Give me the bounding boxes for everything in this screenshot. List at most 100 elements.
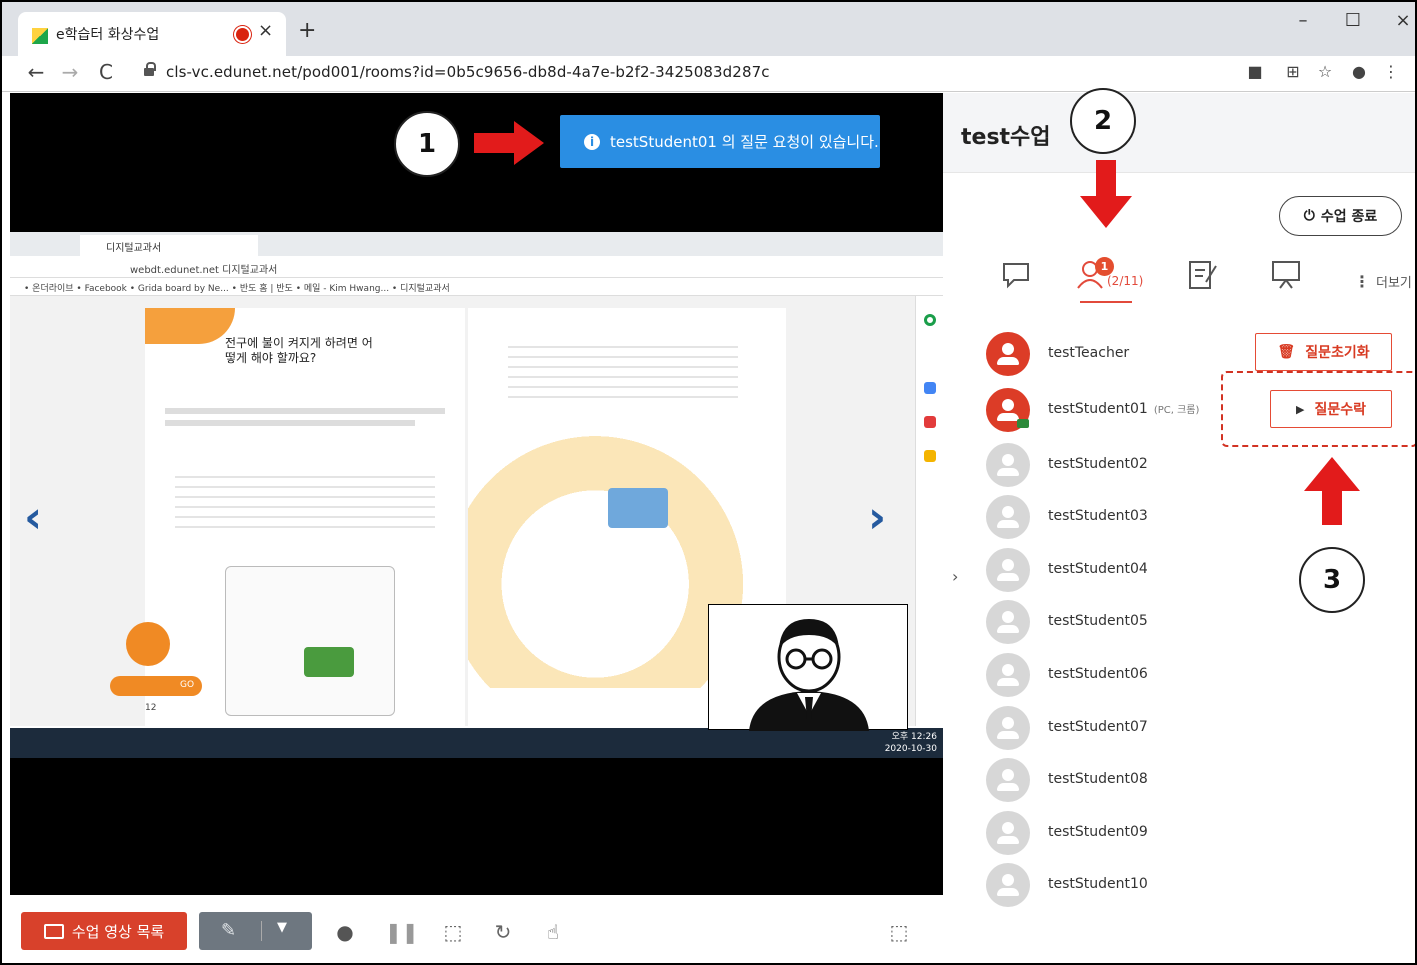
more-menu[interactable]: ⋮ 더보기 [1354, 272, 1412, 291]
tab-notes[interactable] [1186, 258, 1218, 298]
arrow-up-icon [1304, 457, 1360, 525]
video-list-icon [43, 923, 64, 939]
text-line [165, 408, 445, 414]
battery-icon [304, 647, 354, 677]
forward-icon[interactable]: → [58, 60, 82, 84]
reset-question-button[interactable]: 🗑 질문초기화 [1255, 333, 1392, 371]
vertical-dots-icon: ⋮ [1354, 272, 1370, 291]
mic-muted-icon: ✎ [221, 920, 237, 941]
fullscreen-icon[interactable]: ⬚ [886, 920, 912, 944]
toast-text: testStudent01 의 질문 요청이 있습니다. [610, 133, 879, 151]
participant-name: testStudent05 [1048, 613, 1148, 629]
participant-name: testStudent06 [1048, 666, 1148, 682]
switch-illustration [608, 488, 668, 528]
question-request-toast: i testStudent01 의 질문 요청이 있습니다. [560, 115, 880, 168]
avatar [986, 706, 1030, 750]
circuit-illustration [225, 566, 395, 716]
address-bar[interactable]: cls-vc.edunet.net/pod001/rooms?id=0b5c96… [166, 63, 770, 81]
tab-chat[interactable] [1000, 258, 1032, 298]
avatar [986, 332, 1030, 376]
browser-tabbar: e학습터 화상수업 × + – ☐ × [2, 2, 1415, 56]
chat-icon [1003, 263, 1029, 289]
expand-panel-icon[interactable]: › [952, 567, 958, 586]
clock-date: 2020-10-30 [884, 744, 937, 754]
participant-name: testStudent01 (PC, 크롬) [1048, 401, 1199, 417]
page-number: 12 [145, 703, 157, 713]
avatar [986, 653, 1030, 697]
video-list-button[interactable]: 수업 영상 목록 [21, 912, 187, 950]
text-block [508, 338, 738, 398]
maximize-button[interactable]: ☐ [1338, 10, 1368, 31]
class-title: test수업 [961, 125, 1051, 150]
list-item[interactable]: testStudent08 [986, 758, 1396, 802]
lock-icon [144, 62, 156, 79]
bookmark-star-icon[interactable]: ☆ [1314, 62, 1336, 81]
tab-screen-share[interactable] [1270, 258, 1302, 298]
camera-on-icon [1017, 419, 1029, 428]
power-icon: ⏻ [1303, 208, 1315, 224]
prev-page-icon: ‹ [24, 492, 43, 543]
tab-close-icon[interactable]: × [258, 20, 273, 41]
panel-header: test수업 [943, 93, 1415, 173]
reset-question-label: 질문초기화 [1305, 345, 1370, 361]
tab-title: e학습터 화상수업 [56, 27, 160, 43]
profile-icon[interactable]: ● [1348, 62, 1370, 81]
shared-tabbar: 디지털교과서 [10, 232, 943, 256]
menu-dots-icon[interactable]: ⋮ [1380, 62, 1402, 81]
hand-pointer-icon[interactable]: ☝ [540, 920, 566, 944]
translate-icon[interactable]: ⊞ [1282, 62, 1304, 81]
participant-name: testStudent08 [1048, 771, 1148, 787]
participant-count: (2/11) [1107, 274, 1144, 288]
avatar [986, 443, 1030, 487]
capture-area-icon[interactable]: ⬚ [440, 920, 466, 944]
next-page-icon: › [868, 492, 887, 543]
pause-icon[interactable]: ❚❚ [385, 920, 419, 944]
avatar [986, 758, 1030, 802]
tool-icon [924, 382, 936, 394]
active-tab-indicator [1080, 301, 1132, 303]
laser-pointer-icon[interactable]: ↻ [490, 920, 516, 944]
participant-name: testStudent09 [1048, 824, 1148, 840]
chevron-down-icon[interactable]: ▼ [277, 920, 287, 935]
list-item[interactable]: testStudent10 [986, 863, 1396, 907]
info-icon: i [584, 133, 600, 150]
participant-name-text: testStudent01 [1048, 401, 1148, 417]
divider [261, 921, 262, 941]
record-icon[interactable]: ● [332, 920, 358, 944]
avatar [986, 600, 1030, 644]
browser-tab[interactable]: e학습터 화상수업 × [18, 12, 286, 56]
participant-device: (PC, 크롬) [1153, 405, 1200, 416]
browser-toolbar: ← → C cls-vc.edunet.net/pod001/rooms?id=… [2, 56, 1415, 92]
avatar [986, 811, 1030, 855]
shared-url: webdt.edunet.net 디지털교과서 [130, 265, 278, 276]
accept-question-button[interactable]: ▶ 질문수락 [1270, 390, 1392, 428]
end-class-label: 수업 종료 [1320, 209, 1378, 225]
list-item[interactable]: testStudent06 [986, 653, 1396, 697]
clock-time: 오후 12:26 [891, 732, 937, 742]
end-class-button[interactable]: ⏻ 수업 종료 [1279, 196, 1402, 236]
arrow-down-icon [1080, 160, 1132, 228]
back-icon[interactable]: ← [24, 60, 48, 84]
grid-menu-icon [126, 622, 170, 666]
list-item[interactable]: testStudent07 [986, 706, 1396, 750]
shared-sidebar [915, 296, 943, 726]
shared-tab-title: 디지털교과서 [106, 243, 162, 254]
participant-name: testTeacher [1048, 345, 1130, 361]
windows-taskbar: 오후 12:26 2020-10-30 [10, 728, 943, 758]
presentation-icon [1272, 261, 1300, 289]
avatar [986, 495, 1030, 539]
camera-icon[interactable]: ■ [1244, 62, 1266, 81]
mic-button[interactable]: ✎ ▼ [199, 912, 312, 950]
window-close-button[interactable]: × [1388, 10, 1415, 31]
trash-icon: 🗑 [1277, 344, 1296, 360]
page-header-decoration [145, 308, 235, 344]
person-with-glasses-icon [749, 619, 869, 731]
new-tab-button[interactable]: + [298, 20, 316, 42]
reload-icon[interactable]: C [94, 60, 118, 84]
textbook-page-left: 전구에 불이 켜지게 하려면 어떻게 해야 할까요? 12 [145, 308, 465, 726]
participant-name: testStudent02 [1048, 456, 1148, 472]
minimize-button[interactable]: – [1288, 10, 1318, 31]
textbook-title: 전구에 불이 켜지게 하려면 어떻게 해야 할까요? [225, 336, 373, 365]
site-favicon-icon [32, 28, 48, 44]
list-item[interactable]: testStudent09 [986, 811, 1396, 855]
